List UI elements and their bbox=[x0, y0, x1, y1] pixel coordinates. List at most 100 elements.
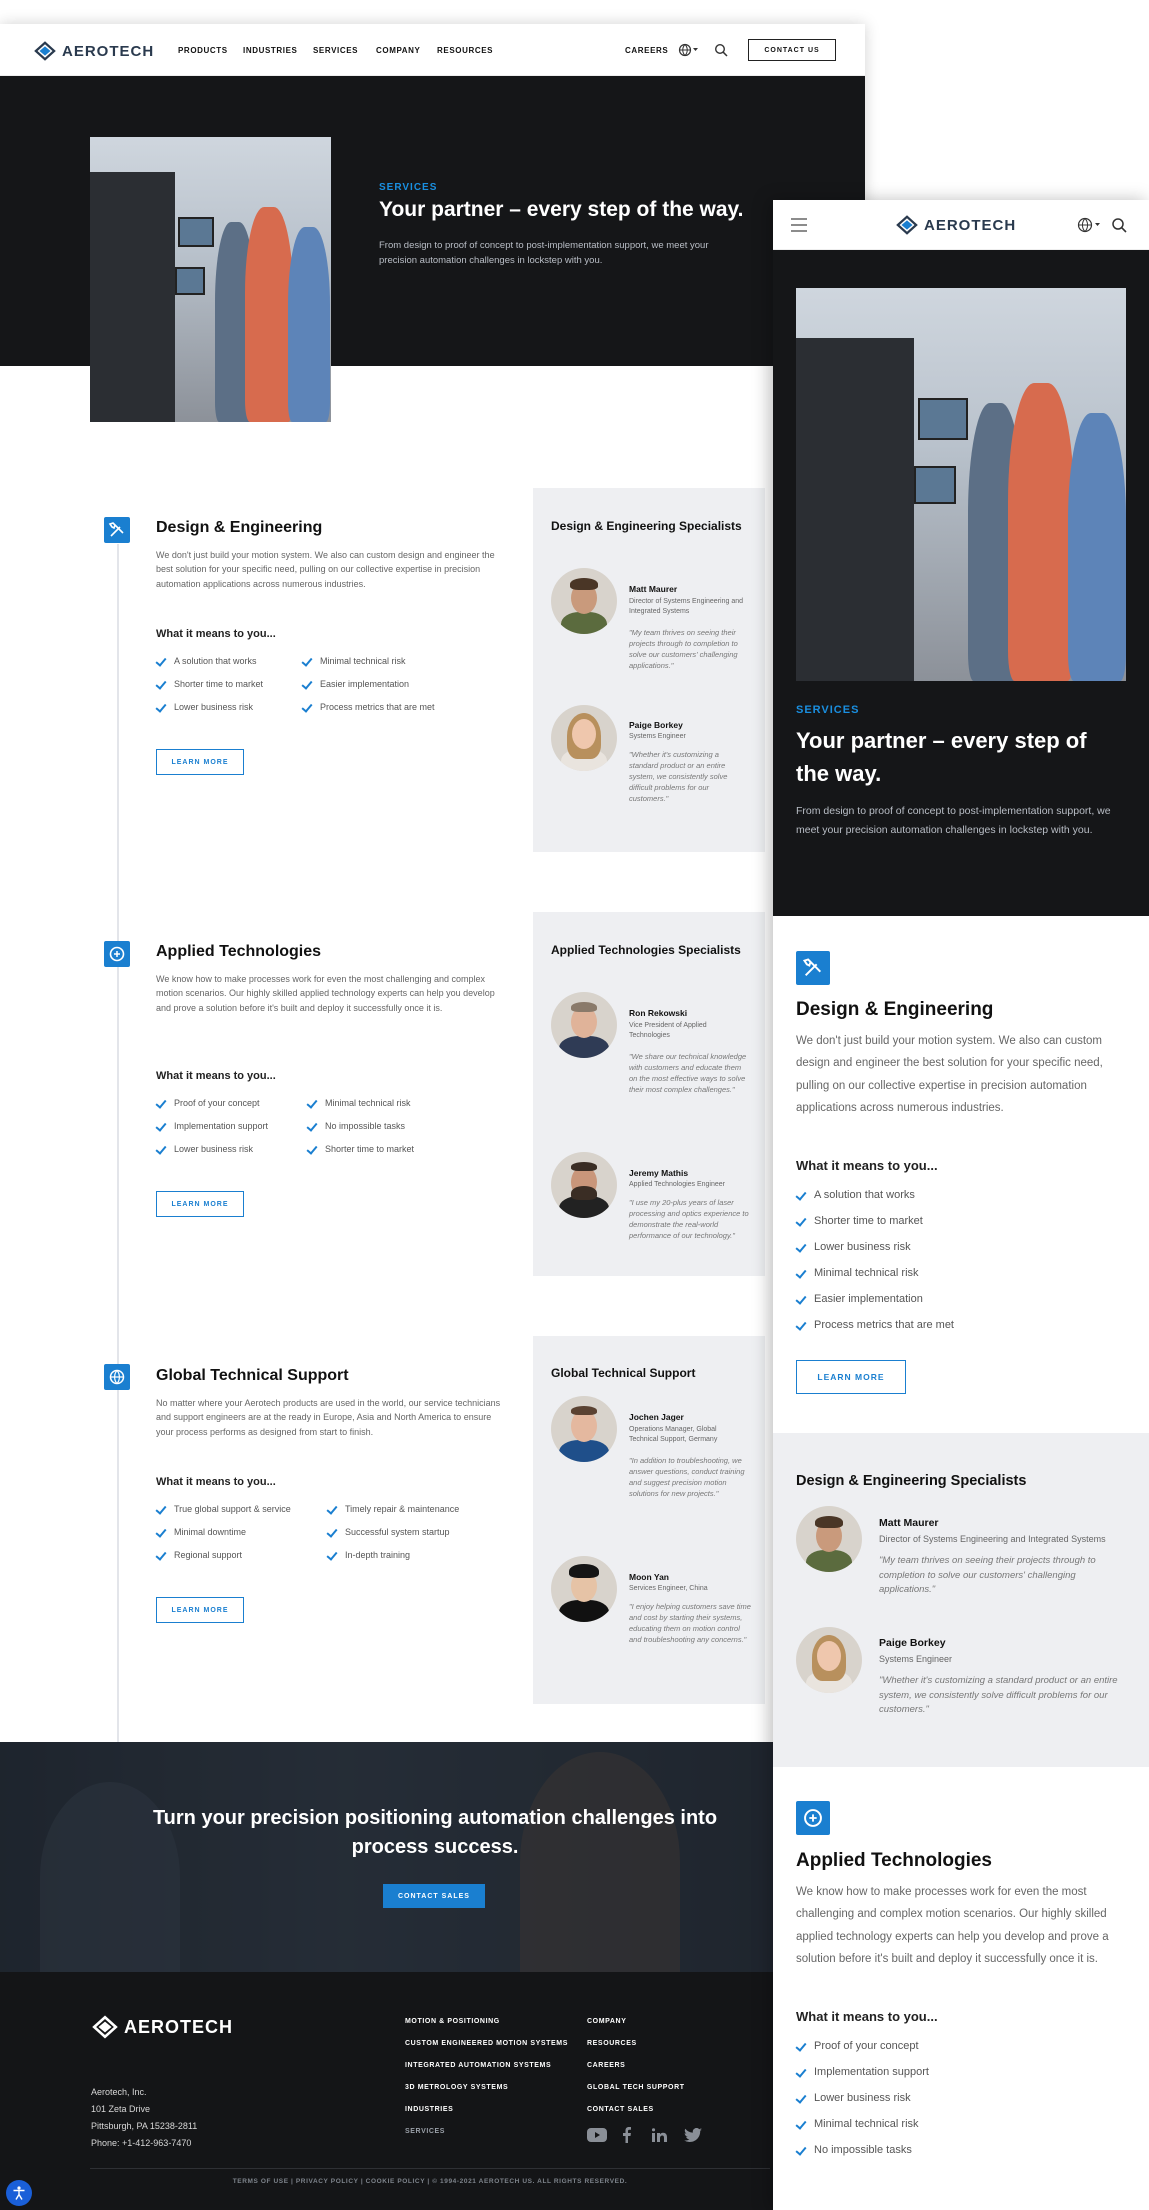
footer-link[interactable]: INDUSTRIES bbox=[405, 2106, 453, 2113]
specialists-title: Applied Technologies Specialists bbox=[551, 943, 741, 957]
learn-more-button[interactable]: LEARN MORE bbox=[796, 1360, 906, 1394]
youtube-icon[interactable] bbox=[587, 2128, 607, 2142]
footer-address: Aerotech, Inc. 101 Zeta Drive Pittsburgh… bbox=[91, 2084, 197, 2152]
check-icon bbox=[156, 1121, 168, 1131]
mobile-what-it-means: What it means to you... bbox=[796, 2009, 938, 2024]
nav-services[interactable]: SERVICES bbox=[313, 46, 358, 55]
check-icon bbox=[796, 1216, 808, 1226]
cta-band: Turn your precision positioning automati… bbox=[0, 1742, 865, 1972]
linkedin-icon[interactable] bbox=[652, 2128, 667, 2142]
aerotech-logo-icon bbox=[92, 2015, 118, 2039]
hero-photo bbox=[90, 137, 331, 422]
benefit-item: Minimal downtime bbox=[156, 1527, 246, 1537]
footer-link[interactable]: CONTACT SALES bbox=[587, 2106, 654, 2113]
mobile-what-it-means: What it means to you... bbox=[796, 1158, 938, 1173]
benefit-item: Process metrics that are met bbox=[796, 1319, 954, 1331]
footer-link[interactable]: INTEGRATED AUTOMATION SYSTEMS bbox=[405, 2062, 551, 2069]
specialist-name: Ron Rekowski bbox=[629, 1008, 688, 1018]
footer-link[interactable]: CAREERS bbox=[587, 2062, 625, 2069]
accessibility-icon[interactable] bbox=[6, 2180, 32, 2206]
timeline-line bbox=[117, 544, 119, 1764]
specialist-role: Systems Engineer bbox=[879, 1654, 953, 1664]
hamburger-menu-icon[interactable] bbox=[791, 218, 807, 232]
what-it-means-heading: What it means to you... bbox=[156, 1476, 276, 1488]
applied-tech-icon bbox=[796, 1801, 830, 1835]
benefit-item: Minimal technical risk bbox=[796, 2118, 919, 2130]
benefit-item: Implementation support bbox=[156, 1121, 268, 1131]
nav-resources[interactable]: RESOURCES bbox=[437, 46, 493, 55]
check-icon bbox=[796, 1190, 808, 1200]
check-icon bbox=[302, 702, 314, 712]
search-icon[interactable] bbox=[1111, 217, 1127, 233]
section-title: Global Technical Support bbox=[156, 1367, 349, 1384]
specialist-role: Operations Manager, Global Technical Sup… bbox=[629, 1426, 718, 1444]
tools-icon bbox=[796, 951, 830, 985]
benefit-item: Minimal technical risk bbox=[307, 1098, 411, 1108]
footer-link[interactable]: CUSTOM ENGINEERED MOTION SYSTEMS bbox=[405, 2040, 568, 2047]
check-icon bbox=[796, 2119, 808, 2129]
check-icon bbox=[302, 679, 314, 689]
aerotech-logo-icon bbox=[34, 41, 56, 61]
desktop-header: AEROTECH PRODUCTS INDUSTRIES SERVICES CO… bbox=[0, 24, 865, 76]
globe-language-icon[interactable] bbox=[1077, 217, 1101, 233]
avatar bbox=[551, 992, 617, 1058]
specialist-role: Applied Technologies Engineer bbox=[629, 1181, 725, 1188]
check-icon bbox=[156, 1504, 168, 1514]
specialist-role: Systems Engineer bbox=[629, 733, 686, 740]
cta-title: Turn your precision positioning automati… bbox=[152, 1807, 718, 1858]
footer-link[interactable]: RESOURCES bbox=[587, 2040, 637, 2047]
contact-us-button[interactable]: CONTACT US bbox=[748, 39, 836, 61]
benefit-item: Successful system startup bbox=[327, 1527, 450, 1537]
footer-logo[interactable]: AEROTECH bbox=[92, 2014, 233, 2040]
footer-link[interactable]: MOTION & POSITIONING bbox=[405, 2018, 500, 2025]
footer-link[interactable]: SERVICES bbox=[405, 2128, 445, 2135]
brand-logo[interactable]: AEROTECH bbox=[34, 40, 154, 62]
contact-sales-button[interactable]: CONTACT SALES bbox=[383, 1884, 485, 1908]
learn-more-button[interactable]: LEARN MORE bbox=[156, 749, 244, 775]
specialists-title: Design & Engineering Specialists bbox=[551, 519, 742, 533]
twitter-icon[interactable] bbox=[684, 2128, 702, 2142]
benefit-item: Proof of your concept bbox=[796, 2040, 919, 2052]
search-icon[interactable] bbox=[714, 43, 728, 57]
avatar bbox=[796, 1627, 862, 1693]
specialist-name: Matt Maurer bbox=[879, 1517, 939, 1529]
check-icon bbox=[327, 1550, 339, 1560]
facebook-icon[interactable] bbox=[622, 2127, 632, 2143]
mobile-brand-logo[interactable]: AEROTECH bbox=[896, 214, 1016, 236]
globe-language-icon[interactable] bbox=[678, 43, 698, 57]
benefit-item: Process metrics that are met bbox=[302, 702, 435, 712]
benefit-item: No impossible tasks bbox=[307, 1121, 405, 1131]
benefit-item: No impossible tasks bbox=[796, 2144, 912, 2156]
nav-careers[interactable]: CAREERS bbox=[625, 46, 668, 55]
benefit-item: Proof of your concept bbox=[156, 1098, 260, 1108]
footer-legal[interactable]: TERMS OF USE | PRIVACY POLICY | COOKIE P… bbox=[90, 2178, 770, 2185]
check-icon bbox=[307, 1098, 319, 1108]
check-icon bbox=[156, 1550, 168, 1560]
specialist-role: Vice President of Applied Technologies bbox=[629, 1022, 707, 1040]
desktop-page: AEROTECH PRODUCTS INDUSTRIES SERVICES CO… bbox=[0, 24, 865, 2210]
check-icon bbox=[796, 1268, 808, 1278]
tools-icon bbox=[104, 517, 130, 543]
footer: AEROTECH Aerotech, Inc. 101 Zeta Drive P… bbox=[0, 1972, 865, 2210]
mobile-section-title: Applied Technologies bbox=[796, 1850, 992, 1871]
specialist-quote: "I use my 20-plus years of laser process… bbox=[629, 1198, 749, 1240]
nav-company[interactable]: COMPANY bbox=[376, 46, 421, 55]
learn-more-button[interactable]: LEARN MORE bbox=[156, 1191, 244, 1217]
address-line: Aerotech, Inc. bbox=[91, 2087, 147, 2097]
check-icon bbox=[156, 679, 168, 689]
footer-link[interactable]: 3D METROLOGY SYSTEMS bbox=[405, 2084, 508, 2091]
mobile-section-title: Design & Engineering bbox=[796, 999, 994, 1020]
check-icon bbox=[327, 1504, 339, 1514]
check-icon bbox=[796, 1242, 808, 1252]
footer-link[interactable]: COMPANY bbox=[587, 2018, 626, 2025]
specialist-name: Jeremy Mathis bbox=[629, 1168, 689, 1178]
specialists-title: Design & Engineering Specialists bbox=[796, 1473, 1027, 1489]
nav-products[interactable]: PRODUCTS bbox=[178, 46, 228, 55]
section-title: Applied Technologies bbox=[156, 943, 322, 960]
nav-industries[interactable]: INDUSTRIES bbox=[243, 46, 297, 55]
mobile-hero-photo bbox=[796, 288, 1126, 681]
specialist-role: Director of Systems Engineering and Inte… bbox=[629, 598, 743, 616]
footer-link[interactable]: GLOBAL TECH SUPPORT bbox=[587, 2084, 685, 2091]
mobile-hero-subtitle: From design to proof of concept to post-… bbox=[796, 805, 1111, 836]
learn-more-button[interactable]: LEARN MORE bbox=[156, 1597, 244, 1623]
